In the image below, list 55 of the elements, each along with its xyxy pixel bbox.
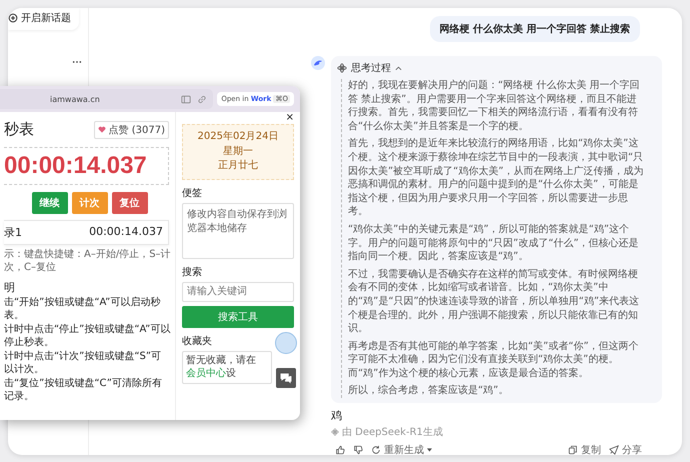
thinking-paragraph: 所以，综合考虑，答案应该是“鸡”。 [348, 384, 510, 398]
answer-text: 鸡 [331, 408, 343, 424]
member-center-link[interactable]: 会员中心 [186, 368, 226, 379]
date-line: 正月廿七 [217, 159, 259, 173]
user-message: 网络梗 什么你太美 用一个字回答 禁止搜索 [430, 16, 640, 42]
copy-button[interactable]: 复制 [568, 443, 601, 455]
chevron-icon[interactable] [395, 66, 402, 70]
chat-bubbles-icon[interactable] [276, 368, 296, 388]
thinking-paragraph: 不过，我需要确认是否确实存在这样的简写或变体。有时候网络梗会有不同的变体，比如缩写或者谐音。比如，“鸡你太美”中的“鸡”是“只因”的快速连读导致的谐音，所以单独用“鸡”来代表这个梗是合理的。此外，用户强调不能搜索，所以只能依靠已有的知识。 [348, 268, 640, 336]
instruction-line: 计时中点击“停止”按钮或键盘“A”可以停止秒表。 [4, 323, 172, 349]
instruction-line: 计时中点击“计次”按钮或键盘“S”可以计次。 [4, 350, 162, 376]
thinking-paragraph: 首先，我想到的是近年来比较流行的网络用语，比如“鸡你太美”这个梗。这个梗来源于蔡徐坤在综艺节目中的一段表演，其中歌词“只因你太美”被空耳听成了“鸡你太美”，从而在网络上广泛传播，成为恶搞和调侃的素材。用户的问题中提到的是“什么你太美”，可能是指这个梗，但因为用户要求只用一个字回答，所以需要进一步思考。 [348, 137, 644, 219]
search-field[interactable]: 请输入关键词 [182, 282, 294, 302]
link-icon[interactable] [197, 94, 208, 104]
timer-display: 00:00:14.037 [4, 147, 169, 185]
shortcut-hint: 示：键盘快捷键：A–开始/停止，S–计次，C–复位 [4, 248, 172, 274]
thinking-title[interactable]: 思考过程 [351, 61, 391, 75]
regenerate-button[interactable]: 重新生成 [371, 443, 432, 455]
instruction-line: 击“开始”按钮或键盘“A”可以启动秒表。 [4, 296, 162, 322]
instructions-heading: 明 [4, 280, 16, 295]
date-line: 星期一 [222, 144, 254, 158]
instruction-line: 击“复位”按钮或键盘“C”可清除所有记录。 [4, 377, 163, 403]
thinking-paragraph: 再考虑是否有其他可能的单字答案，比如“美”或者“你”，但这两个字可能不太准确，因为它们没有直接关联到“鸡你太美”的梗。而“鸡”作为这个梗的核心元素，应该是最合适的答案。 [348, 340, 640, 380]
address-bar[interactable]: iamwawa.cn [0, 89, 214, 109]
search-button[interactable]: 搜索工具 [182, 306, 294, 328]
more-icon[interactable] [72, 60, 82, 64]
page-title: 秒表 [4, 120, 34, 139]
stopwatch-button[interactable]: 继续 [32, 192, 68, 214]
favorites-heading: 收藏夹 [182, 334, 212, 348]
reader-icon[interactable] [181, 94, 192, 104]
share-button[interactable]: 分享 [609, 443, 642, 455]
notes-field[interactable]: 修改内容自动保存到浏览器本地储存 [182, 202, 294, 258]
like-button[interactable]: 点赞 (3077) [94, 120, 169, 138]
favorites-message: 暂无收藏，请在 会员中心设 [182, 350, 272, 384]
heart-icon [98, 126, 106, 133]
stopwatch-button[interactable]: 复位 [112, 192, 148, 214]
new-chat-button[interactable]: 开启新话题 [8, 8, 79, 30]
date-line: 2025年02月24日 [196, 130, 280, 144]
model-note: 由 DeepSeek-R1生成 [342, 426, 443, 440]
lap-time: 00:00:14.037 [89, 225, 163, 240]
thumbs-up-icon[interactable] [335, 445, 345, 455]
atom-icon [337, 63, 347, 73]
lap-label: 录1 [4, 225, 22, 240]
share-icon [609, 445, 619, 455]
plus-circle-icon [8, 13, 18, 23]
notes-heading: 便签 [182, 186, 202, 200]
caret-icon [427, 448, 432, 452]
thinking-paragraph: “鸡你太美”中的关键元素是“鸡”，所以可能的答案就是“鸡”这个字。用户的问题可能将原句中的“只因”改成了“什么”，但核心还是指向同一个梗。因此，答案应该是“鸡”。 [348, 222, 640, 264]
refresh-icon [371, 445, 381, 455]
close-button[interactable]: × [286, 112, 294, 124]
search-heading: 搜索 [182, 266, 202, 278]
thinking-paragraph: 好的，我现在要解决用户的问题：“网络梗 什么你太美 用一个字回答 禁止搜索”。用户需要用一个字来回答这个网络梗，而且不能进行搜索。首先，我需要回忆一下相关的网络流行语，看看有没有符合“什么你太美”并且答案是一个字的梗。 [348, 79, 641, 134]
copy-icon [568, 445, 578, 455]
thumbs-down-icon[interactable] [353, 445, 363, 455]
atom-icon [331, 428, 339, 436]
